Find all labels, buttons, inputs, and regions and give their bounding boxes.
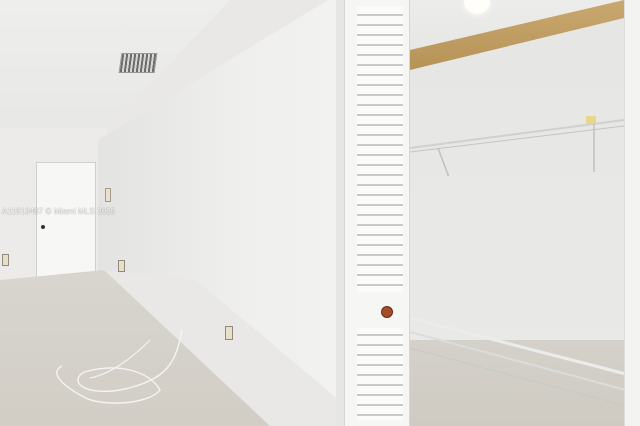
wall-outlet xyxy=(225,326,233,340)
ceiling-vent xyxy=(118,53,158,73)
back-door xyxy=(36,162,96,280)
wire-closet-shelf xyxy=(410,116,624,176)
door-knob xyxy=(41,225,45,229)
door-rail xyxy=(351,292,407,328)
door-pull-knob xyxy=(381,306,393,318)
room-photo: A11813487 © Miami MLS 2025 xyxy=(0,0,640,426)
wire-shoe-rack xyxy=(410,318,627,407)
wall-switch xyxy=(105,188,111,202)
closet-back-wall xyxy=(410,10,628,370)
door-louvers xyxy=(357,6,403,420)
closet-side-jamb xyxy=(624,0,640,426)
wall-outlet xyxy=(118,260,125,272)
mls-watermark: A11813487 © Miami MLS 2025 xyxy=(2,207,116,216)
wall-outlet xyxy=(2,254,9,266)
louvered-closet-door xyxy=(344,0,410,426)
